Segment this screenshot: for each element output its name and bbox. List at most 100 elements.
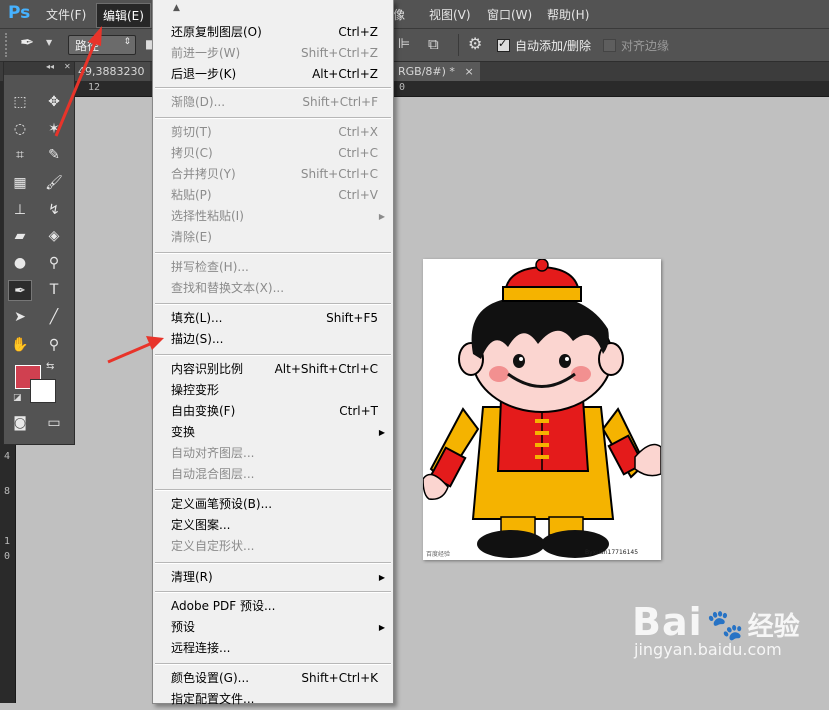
- menu-item: 定义自定形状...: [153, 536, 393, 557]
- pen-tool-icon[interactable]: ✒: [8, 280, 32, 301]
- dodge-tool-icon[interactable]: ⚲: [42, 253, 66, 274]
- hand-tool-icon[interactable]: ✋: [8, 335, 32, 356]
- lasso-tool-icon[interactable]: ◌: [8, 119, 32, 140]
- auto-add-delete-checkbox[interactable]: ✓: [497, 37, 510, 52]
- clone-stamp-tool-icon[interactable]: ⊥: [8, 200, 32, 221]
- collapse-icon[interactable]: ◂◂: [46, 62, 54, 71]
- zoom-tool-icon[interactable]: ⚲: [42, 335, 66, 356]
- menu-item-shortcut: Alt+Shift+Ctrl+C: [274, 362, 378, 376]
- menu-item: 拼写检查(H)...: [153, 257, 393, 278]
- menu-separator: [155, 87, 391, 89]
- brush-tool-icon[interactable]: 🖌: [42, 173, 66, 194]
- menu-item-label: 前进一步(W): [171, 46, 241, 60]
- image-caption-right: Byxuan17716145: [585, 549, 639, 556]
- menu-item[interactable]: Adobe PDF 预设...: [153, 596, 393, 617]
- menu-item: 粘贴(P) Ctrl+V: [153, 185, 393, 206]
- menu-item-shortcut: Ctrl+V: [338, 188, 378, 202]
- path-mode-value: 路径: [75, 39, 100, 53]
- menu-item-label: 预设: [171, 620, 196, 634]
- menu-item-shortcut: Ctrl+X: [338, 125, 378, 139]
- canvas-document[interactable]: 百度经验 Byxuan17716145: [422, 258, 662, 560]
- history-brush-tool-icon[interactable]: ↯: [42, 200, 66, 221]
- eraser-tool-icon[interactable]: ▰: [8, 226, 32, 247]
- menu-separator: [155, 252, 391, 254]
- type-tool-icon[interactable]: T: [42, 280, 66, 301]
- menu-item[interactable]: 定义图案...: [153, 515, 393, 536]
- quick-mask-icon[interactable]: ◙: [8, 413, 32, 434]
- ruler-tick-label: 1: [4, 536, 11, 547]
- menu-item[interactable]: 还原复制图层(O) Ctrl+Z: [153, 22, 393, 43]
- marquee-tool-icon[interactable]: ⬚: [8, 92, 32, 113]
- menu-item-label: 后退一步(K): [171, 67, 237, 81]
- menu-item-label: 填充(L)...: [171, 311, 223, 325]
- swap-colors-icon[interactable]: ⇆: [46, 361, 54, 372]
- menu-item[interactable]: 清理(R) ▶: [153, 567, 393, 588]
- default-colors-icon[interactable]: ◪: [13, 393, 22, 403]
- eyedropper-tool-icon[interactable]: ✎: [42, 145, 66, 166]
- menu-separator: [155, 303, 391, 305]
- menu-item[interactable]: 颜色设置(G)... Shift+Ctrl+K: [153, 668, 393, 689]
- menu-item[interactable]: 填充(L)... Shift+F5: [153, 308, 393, 329]
- menu-edit[interactable]: 编辑(E): [96, 3, 151, 28]
- path-arrange-icon[interactable]: ⧉: [428, 35, 439, 53]
- menu-window[interactable]: 窗口(W): [487, 6, 532, 23]
- path-selection-tool-icon[interactable]: ➤: [8, 307, 32, 328]
- menu-help[interactable]: 帮助(H): [547, 6, 589, 23]
- menu-item: 清除(E): [153, 227, 393, 248]
- blur-tool-icon[interactable]: ●: [8, 253, 32, 274]
- menu-item[interactable]: 描边(S)...: [153, 329, 393, 350]
- move-tool-icon[interactable]: ✥: [42, 92, 66, 113]
- pen-tool-preset-icon[interactable]: ✒: [20, 33, 34, 53]
- crop-tool-icon[interactable]: ⌗: [8, 145, 32, 166]
- menu-item-shortcut: Shift+F5: [326, 311, 378, 325]
- menu-item[interactable]: 自由变换(F) Ctrl+T: [153, 401, 393, 422]
- menu-bar: Ps 文件(F) 编辑(E) 像 视图(V) 窗口(W) 帮助(H): [0, 0, 829, 29]
- menu-item[interactable]: 内容识别比例 Alt+Shift+Ctrl+C: [153, 359, 393, 380]
- align-edges-checkbox[interactable]: [603, 39, 616, 52]
- scroll-up-arrow-icon[interactable]: ▲: [173, 3, 180, 13]
- menu-item[interactable]: 预设 ▶: [153, 617, 393, 638]
- menu-item[interactable]: 指定配置文件...: [153, 689, 393, 710]
- tab-close-icon[interactable]: ×: [464, 65, 473, 78]
- menu-item-label: 拼写检查(H)...: [171, 260, 249, 274]
- gear-icon[interactable]: ⚙: [468, 34, 482, 53]
- menu-item-shortcut: Shift+Ctrl+F: [302, 95, 378, 109]
- menu-item-label: 清理(R): [171, 570, 213, 584]
- tab-document-2[interactable]: RGB/8#) * ×: [392, 62, 480, 81]
- healing-brush-tool-icon[interactable]: ▦: [8, 173, 32, 194]
- tab-document-2-label: RGB/8#) *: [398, 65, 455, 78]
- line-tool-icon[interactable]: ╱: [42, 307, 66, 328]
- screen-mode-icon[interactable]: ▭: [42, 413, 66, 434]
- preset-dropdown-icon[interactable]: ▼: [46, 38, 52, 47]
- auto-add-delete-label: 自动添加/删除: [515, 39, 592, 53]
- menu-item-label: 定义图案...: [171, 518, 231, 532]
- menu-item[interactable]: 操控变形: [153, 380, 393, 401]
- menu-item: 前进一步(W) Shift+Ctrl+Z: [153, 43, 393, 64]
- menu-item[interactable]: 定义画笔预设(B)...: [153, 494, 393, 515]
- menu-item[interactable]: 远程连接...: [153, 638, 393, 659]
- watermark-logo: Bai: [632, 600, 703, 644]
- menu-file[interactable]: 文件(F): [46, 6, 86, 23]
- submenu-arrow-icon: ▶: [378, 428, 385, 437]
- grip-handle[interactable]: [5, 33, 19, 57]
- path-align-icon[interactable]: ⊫: [398, 36, 410, 52]
- menu-view[interactable]: 视图(V): [429, 6, 471, 23]
- menu-item-label: 变换: [171, 425, 196, 439]
- path-mode-select[interactable]: 路径 ⇕: [68, 35, 136, 55]
- tab-document-1[interactable]: 49,3883230: [72, 62, 151, 81]
- magic-wand-tool-icon[interactable]: ✶: [42, 119, 66, 140]
- menu-separator: [155, 591, 391, 593]
- menu-item-label: 定义画笔预设(B)...: [171, 497, 273, 511]
- menu-item-label: 粘贴(P): [171, 188, 212, 202]
- close-icon[interactable]: ✕: [64, 62, 71, 71]
- tools-panel-header[interactable]: ◂◂ ✕: [4, 62, 74, 75]
- align-edges-label: 对齐边缘: [621, 39, 670, 53]
- background-color-swatch[interactable]: [30, 379, 56, 403]
- menu-image[interactable]: 像: [393, 6, 405, 23]
- menu-item[interactable]: 后退一步(K) Alt+Ctrl+Z: [153, 64, 393, 85]
- menu-item[interactable]: 变换 ▶: [153, 422, 393, 443]
- ruler-tick-label: 4: [4, 451, 11, 462]
- paint-bucket-tool-icon[interactable]: ◈: [42, 226, 66, 247]
- menu-separator: [155, 354, 391, 356]
- menu-item-label: 操控变形: [171, 383, 220, 397]
